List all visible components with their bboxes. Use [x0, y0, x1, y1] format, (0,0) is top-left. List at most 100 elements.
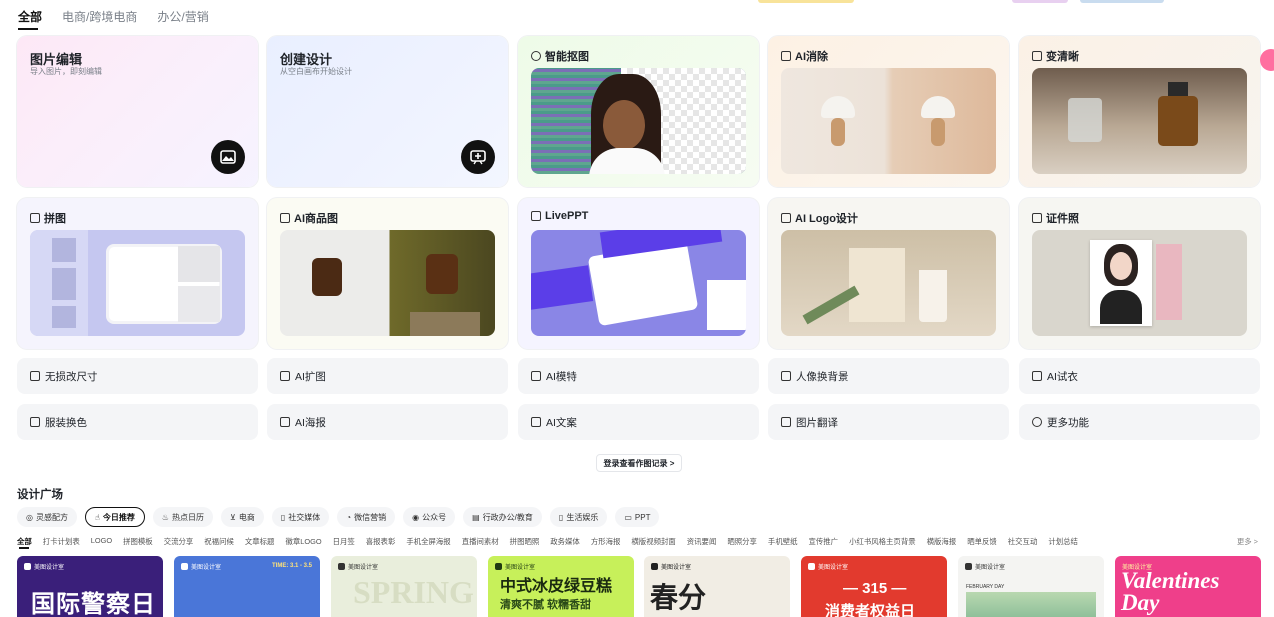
chip-ppt[interactable]: ▭ PPT [615, 507, 660, 527]
category-item[interactable]: 横版视频封面 [631, 536, 675, 547]
feature-label: 服装换色 [45, 416, 87, 429]
feature-more[interactable]: 更多功能 [1019, 404, 1260, 440]
card-ai-product[interactable]: AI商品图 [267, 198, 508, 349]
category-item[interactable]: 计划总结 [1048, 536, 1078, 547]
template-thumb[interactable]: 美图设计室 国际警察日 [17, 556, 163, 617]
login-records-button[interactable]: 登录查看作图记录 > [596, 454, 682, 472]
feature-label: AI扩图 [295, 370, 326, 383]
category-item[interactable]: 方形海报 [591, 536, 621, 547]
top-deco-pink [1012, 0, 1068, 3]
more-categories-link[interactable]: 更多 > [1237, 536, 1258, 547]
card-smart-cutout[interactable]: 智能抠图 [518, 36, 759, 187]
category-item[interactable]: 全部 [17, 536, 32, 547]
chip-label: 热点日历 [172, 512, 205, 522]
card-id-photo[interactable]: 证件照 [1019, 198, 1260, 349]
badge-label: 美图设计室 [505, 565, 536, 571]
category-item[interactable]: 交流分享 [164, 536, 194, 547]
collage-preview-image [30, 230, 245, 336]
category-item[interactable]: 日月签 [333, 536, 355, 547]
template-thumb[interactable]: 美图设计室 SPRING [331, 556, 477, 617]
feature-clothing-recolor[interactable]: 服装换色 [17, 404, 258, 440]
chip-label: 微信营销 [354, 512, 387, 522]
ppt-icon [531, 211, 541, 221]
chip-today[interactable]: ☝ 今日推荐 [84, 507, 145, 527]
feature-ai-copywriting[interactable]: AI文案 [518, 404, 759, 440]
template-thumb[interactable]: 美图设计室 TIME: 3.1 - 3.5 [174, 556, 320, 617]
category-item[interactable]: 打卡计划表 [43, 536, 80, 547]
product-preview-image [280, 230, 495, 336]
chip-hot-calendar[interactable]: ♨ 热点日历 [152, 507, 214, 527]
brand-icon [495, 563, 502, 570]
category-item[interactable]: 徽章LOGO [285, 536, 321, 547]
feature-ai-tryon[interactable]: AI试衣 [1019, 358, 1260, 394]
category-item[interactable]: 政务媒体 [550, 536, 580, 547]
logo-icon [781, 213, 791, 223]
cart-icon: ⊻ [230, 512, 236, 522]
card-ai-logo[interactable]: AI Logo设计 [768, 198, 1009, 349]
feature-label: 更多功能 [1047, 416, 1089, 429]
card-subtitle: 导入图片，即刻编辑 [30, 67, 102, 76]
floating-assistant-button[interactable] [1260, 49, 1274, 71]
category-item[interactable]: 喜报表彰 [366, 536, 396, 547]
new-canvas-icon[interactable] [461, 140, 495, 174]
category-item[interactable]: 手机壁纸 [768, 536, 798, 547]
card-sharpen[interactable]: 变清晰 [1019, 36, 1260, 187]
chip-social[interactable]: ▯ 社交媒体 [271, 507, 330, 527]
template-title: Valentines Day [1121, 568, 1220, 615]
card-title: AI商品图 [294, 213, 338, 225]
category-item[interactable]: 拼图模板 [123, 536, 153, 547]
template-thumb[interactable]: 美图设计室 春分 [644, 556, 790, 617]
template-thumb[interactable]: 美图设计室 Valentines Day [1115, 556, 1261, 617]
feature-ai-poster[interactable]: AI海报 [267, 404, 508, 440]
card-ai-erase[interactable]: AI消除 [768, 36, 1009, 187]
feature-ai-expand[interactable]: AI扩图 [267, 358, 508, 394]
brand-icon [651, 563, 658, 570]
category-item[interactable]: 横版海报 [927, 536, 957, 547]
tab-ecommerce[interactable]: 电商/跨境电商 [62, 8, 137, 30]
category-item[interactable]: 拼图晒照 [510, 536, 540, 547]
chip-office-edu[interactable]: ▤ 行政办公/教育 [463, 507, 542, 527]
badge-label: 美图设计室 [34, 565, 65, 571]
sharpen-preview-image [1032, 68, 1247, 174]
chip-official-account[interactable]: ◉ 公众号 [403, 507, 456, 527]
tab-office[interactable]: 办公/营销 [157, 8, 208, 30]
feature-lossless-resize[interactable]: 无损改尺寸 [17, 358, 258, 394]
clothing-icon [30, 417, 40, 427]
eraser-icon [781, 51, 791, 61]
template-title: 春分 [650, 583, 707, 614]
category-item[interactable]: 直播间素材 [462, 536, 499, 547]
category-item[interactable]: 文章标题 [245, 536, 275, 547]
category-item[interactable]: 祝福问候 [204, 536, 234, 547]
hd-icon [1032, 51, 1042, 61]
chip-inspiration[interactable]: ◎ 灵感配方 [17, 507, 77, 527]
card-liveppt[interactable]: LivePPT [518, 198, 759, 349]
chip-ecommerce[interactable]: ⊻ 电商 [221, 507, 264, 527]
brand-icon [181, 563, 188, 570]
chip-label: PPT [634, 512, 651, 522]
feature-portrait-bg[interactable]: 人像换背景 [768, 358, 1009, 394]
chip-wechat[interactable]: ◔ 微信营销 [337, 507, 396, 527]
feature-label: 人像换背景 [796, 370, 849, 383]
card-image-edit[interactable]: 图片编辑 导入图片，即刻编辑 [17, 36, 258, 187]
image-icon[interactable] [211, 140, 245, 174]
chip-life[interactable]: ▯ 生活娱乐 [549, 507, 608, 527]
category-item[interactable]: 手机全屏海报 [406, 536, 450, 547]
more-icon [1032, 417, 1042, 427]
category-item[interactable]: 资讯要闻 [687, 536, 717, 547]
category-item[interactable]: 社交互动 [1008, 536, 1038, 547]
template-thumb[interactable]: 美图设计室 中式冰皮绿豆糕 清爽不腻 软糯香甜 [488, 556, 634, 617]
card-title: LivePPT [545, 210, 589, 222]
template-thumb[interactable]: 美图设计室 — 315 — 消费者权益日 [801, 556, 947, 617]
card-create-design[interactable]: 创建设计 从空白画布开始设计 [267, 36, 508, 187]
tab-all[interactable]: 全部 [18, 8, 42, 30]
feature-label: AI模特 [546, 370, 577, 383]
feature-ai-model[interactable]: AI模特 [518, 358, 759, 394]
template-thumb[interactable]: 美图设计室 FEBRUARY DAY [958, 556, 1104, 617]
category-item[interactable]: 宣传推广 [809, 536, 839, 547]
category-item[interactable]: LOGO [91, 536, 112, 547]
feature-image-translate[interactable]: 图片翻译 [768, 404, 1009, 440]
card-collage[interactable]: 拼图 [17, 198, 258, 349]
category-item[interactable]: 小红书风格主页背景 [849, 536, 916, 547]
category-item[interactable]: 晒单反馈 [967, 536, 997, 547]
category-item[interactable]: 晒照分享 [727, 536, 757, 547]
